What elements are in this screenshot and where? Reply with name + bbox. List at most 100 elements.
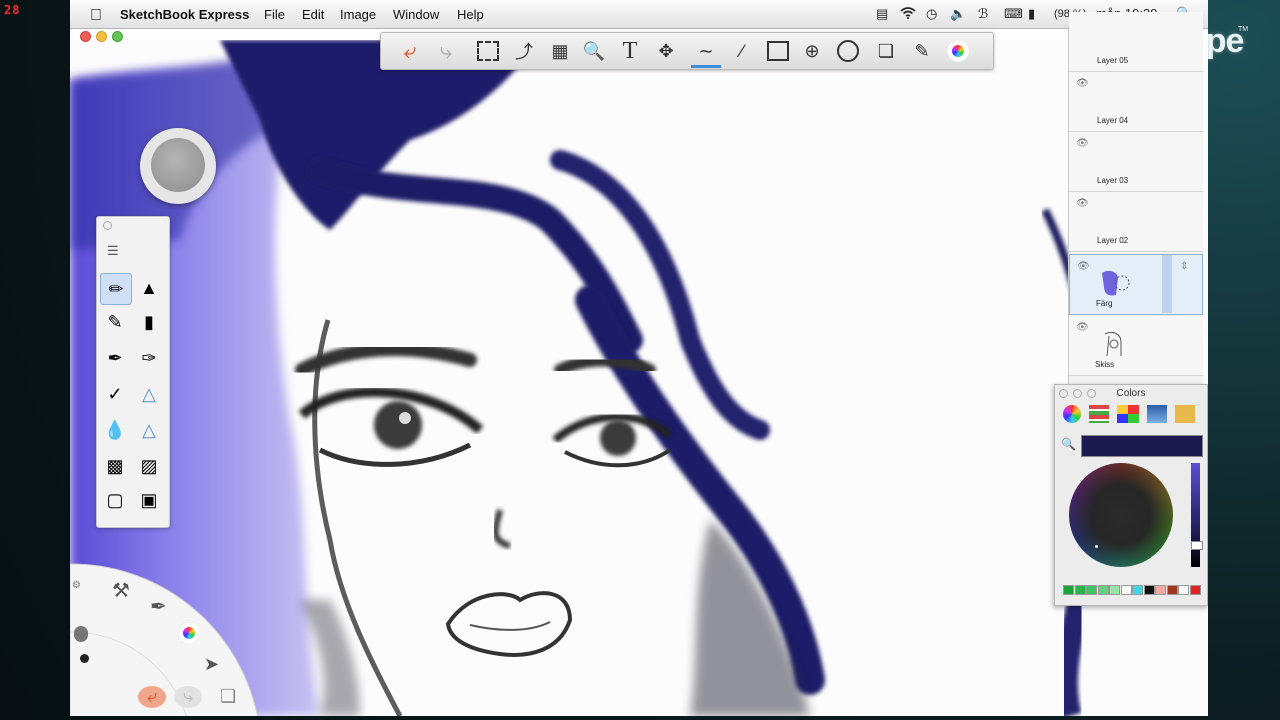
marker-icon[interactable]: ✎ [100, 307, 130, 337]
color-swatch[interactable] [1074, 585, 1086, 595]
battery-icon[interactable]: ▮ [1028, 6, 1035, 22]
crop-icon[interactable]: ▦ [545, 37, 575, 65]
color-sliders-mode-icon[interactable] [1089, 405, 1109, 423]
pen-icon[interactable]: ✒ [100, 343, 130, 373]
pencil-brush-icon[interactable]: ✏ [100, 273, 132, 305]
menu-help[interactable]: Help [457, 7, 484, 22]
color-swatch[interactable] [1097, 585, 1109, 595]
brush-size-icon[interactable] [74, 626, 88, 642]
layer-visibility-icon[interactable]: 👁 [1076, 78, 1089, 89]
blur-icon[interactable]: △ [134, 415, 164, 445]
color-picker-search-icon[interactable]: 🔍 [1061, 437, 1076, 451]
color-swatch[interactable] [1178, 585, 1189, 595]
ink-pen-icon[interactable]: ✓ [100, 379, 130, 409]
minimize-window-icon[interactable] [96, 31, 107, 42]
brush-preview [151, 138, 205, 192]
ellipse-icon[interactable] [833, 37, 863, 65]
time-machine-icon[interactable]: ◷ [926, 6, 937, 22]
color-swatch[interactable] [1189, 585, 1201, 595]
fill-bucket-icon[interactable]: ▢ [100, 485, 130, 515]
zoom-icon[interactable]: 🔍 [579, 37, 609, 65]
color-wheel-marker [1095, 545, 1098, 548]
color-swatch[interactable] [1155, 585, 1166, 595]
rectangle-icon[interactable] [763, 37, 793, 65]
layer-name: Layer 02 [1097, 236, 1129, 245]
copy-layers-icon[interactable]: ❏ [871, 37, 901, 65]
paintbrush-icon[interactable]: ✑ [134, 343, 164, 373]
screen-share-icon[interactable]: ▤ [876, 6, 888, 22]
menu-file[interactable]: File [264, 7, 285, 22]
menu-image[interactable]: Image [340, 7, 376, 22]
color-value-slider[interactable] [1191, 463, 1200, 567]
layer-row[interactable]: 👁 Layer 02 [1069, 192, 1203, 252]
lagoon-layers-icon[interactable]: ❏ [220, 686, 236, 707]
layer-reorder-icon[interactable]: ⇕ [1180, 261, 1188, 272]
volume-icon[interactable]: 🔈 [950, 6, 966, 22]
apple-menu-icon[interactable]:  [90, 7, 102, 25]
layer-row[interactable]: 👁 Layer 03 [1069, 132, 1203, 192]
soft-eraser-icon[interactable]: ▨ [134, 451, 164, 481]
layer-visibility-icon[interactable]: 👁 [1077, 261, 1090, 272]
layer-thumbnail [1102, 270, 1130, 296]
wifi-icon[interactable] [900, 6, 916, 22]
bluetooth-icon[interactable]: ℬ [978, 6, 988, 22]
gradient-fill-icon[interactable]: ▣ [134, 485, 164, 515]
layer-opacity-slider[interactable] [1162, 255, 1172, 313]
brush-settings-icon[interactable]: ☰ [107, 243, 119, 259]
tools-icon[interactable]: ⚒ [112, 578, 130, 603]
lagoon-color-wheel-icon[interactable] [178, 622, 200, 644]
color-wheel-icon[interactable] [943, 37, 973, 65]
polyline-icon[interactable]: ⊕ [797, 37, 827, 65]
color-value-handle[interactable] [1191, 541, 1203, 550]
water-drop-icon[interactable]: 💧 [100, 415, 130, 445]
app-menu[interactable]: SketchBook Express [120, 7, 249, 22]
close-window-icon[interactable] [80, 31, 91, 42]
layer-visibility-icon[interactable]: 👁 [1076, 322, 1089, 333]
chisel-marker-icon[interactable]: ▮ [134, 307, 164, 337]
brushes-icon[interactable]: ✎ [907, 37, 937, 65]
menu-edit[interactable]: Edit [302, 7, 324, 22]
color-swatch[interactable] [1143, 585, 1155, 595]
crayons-mode-icon[interactable] [1175, 405, 1195, 423]
hard-eraser-icon[interactable]: ▩ [100, 451, 130, 481]
image-palette-mode-icon[interactable] [1147, 405, 1167, 423]
layer-row-selected[interactable]: 👁 Färg ⇕ [1069, 254, 1203, 315]
color-swatch[interactable] [1063, 585, 1074, 595]
redo-icon[interactable]: ⤷ [431, 37, 461, 65]
layer-row[interactable]: 👁 Layer 04 [1069, 72, 1203, 132]
brush-tool-icon[interactable]: ✒ [150, 594, 167, 619]
color-swatch[interactable] [1109, 585, 1120, 595]
color-swatch[interactable] [1132, 585, 1143, 595]
zoom-window-icon[interactable] [112, 31, 123, 42]
color-swatch[interactable] [1086, 585, 1097, 595]
palette-close-icon[interactable] [103, 221, 112, 230]
current-color-dot-icon[interactable] [80, 654, 89, 663]
lasso-icon[interactable]: ⤴ [509, 37, 539, 65]
lagoon-undo-icon[interactable]: ⤶ [138, 686, 166, 708]
undo-icon[interactable]: ⤶ [395, 37, 425, 65]
menu-window[interactable]: Window [393, 7, 439, 22]
layer-row[interactable]: 👁 Skiss [1069, 316, 1203, 376]
keyboard-input-icon[interactable]: ⌨ [1004, 6, 1023, 22]
layer-visibility-icon[interactable]: 👁 [1076, 138, 1089, 149]
color-swatch[interactable] [1166, 585, 1178, 595]
lagoon-settings-icon[interactable]: ⚙ [72, 580, 81, 591]
airbrush-icon[interactable]: ▲ [134, 273, 164, 303]
layer-thumbnail [1104, 331, 1122, 357]
color-wheel[interactable] [1069, 463, 1173, 567]
color-swatch[interactable] [1120, 585, 1132, 595]
pencil-stroke-icon[interactable]: ∼ [691, 37, 721, 68]
text-icon[interactable]: T [615, 37, 645, 65]
brush-palette: ☰ ✏ ▲ ✎ ▮ ✒ ✑ ✓ △ 💧 △ ▩ ▨ ▢ ▣ [96, 216, 170, 528]
color-palettes-mode-icon[interactable] [1117, 405, 1139, 423]
lagoon-redo-icon[interactable]: ⤷ [174, 686, 202, 708]
move-icon[interactable]: ✥ [651, 37, 681, 65]
brush-puck[interactable] [140, 128, 216, 204]
line-icon[interactable]: ∕ [727, 37, 757, 65]
smudge-icon[interactable]: △ [134, 379, 164, 409]
layer-visibility-icon[interactable]: 👁 [1076, 198, 1089, 209]
select-tool-icon[interactable]: ➤ [204, 654, 219, 675]
color-wheel-mode-icon[interactable] [1063, 405, 1081, 423]
layer-row[interactable]: Layer 05 [1069, 12, 1203, 72]
rect-select-icon[interactable] [473, 37, 503, 65]
